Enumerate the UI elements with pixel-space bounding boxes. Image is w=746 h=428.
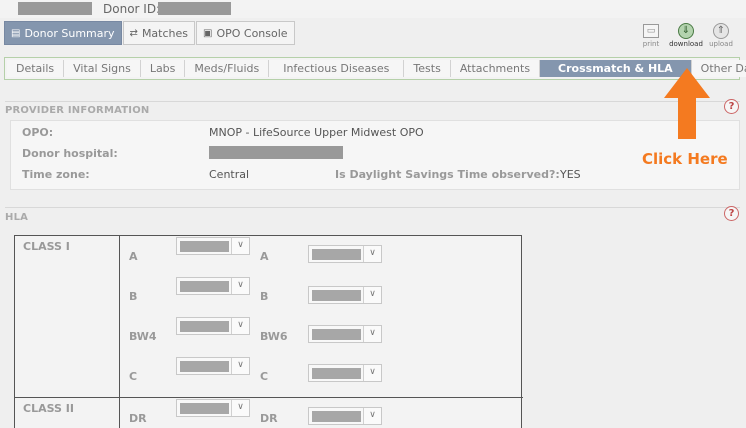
hla-c-select-1[interactable]: ∨ (176, 357, 250, 375)
locus-label: DR (129, 412, 147, 425)
click-here-annotation: Click Here (642, 150, 728, 168)
chevron-down-icon: ∨ (363, 365, 381, 381)
nav-donor-summary[interactable]: ▤ Donor Summary (4, 21, 122, 45)
print-button[interactable]: ▭ print (633, 23, 669, 48)
time-zone-label: Time zone: (22, 168, 90, 181)
hla-dr-select-1[interactable]: ∨ (176, 399, 250, 417)
top-bar: Donor ID: (0, 0, 746, 18)
hla-table: CLASS I CLASS II A ∨ A ∨ B ∨ B ∨ BW4 ∨ B… (14, 235, 523, 428)
printer-icon: ▭ (643, 24, 659, 38)
chevron-down-icon: ∨ (231, 358, 249, 374)
tab-vital-signs[interactable]: Vital Signs (64, 60, 141, 77)
opo-value: MNOP - LifeSource Upper Midwest OPO (209, 126, 424, 139)
hla-b-select-2[interactable]: ∨ (308, 286, 382, 304)
dst-label: Is Daylight Savings Time observed?: (335, 168, 560, 181)
dst-value: YES (560, 168, 581, 181)
tab-labs[interactable]: Labs (140, 60, 186, 77)
redacted-donor-id (158, 2, 231, 15)
hla-b-select-1[interactable]: ∨ (176, 277, 250, 295)
divider (119, 236, 120, 428)
upload-button[interactable]: ⇑ upload (703, 23, 739, 48)
chevron-down-icon: ∨ (231, 238, 249, 254)
nav-matches-label: Matches (141, 26, 188, 40)
chevron-down-icon: ∨ (231, 400, 249, 416)
sub-tabs: Details Vital Signs Labs Meds/Fluids Inf… (4, 57, 746, 80)
locus-label: C (129, 370, 138, 383)
tab-meds-fluids[interactable]: Meds/Fluids (185, 60, 270, 77)
hla-bw4-select[interactable]: ∨ (176, 317, 250, 335)
locus-label: A (129, 250, 138, 263)
divider (15, 397, 523, 398)
upload-label: upload (709, 40, 733, 48)
locus-label: C (260, 370, 269, 383)
redacted-donor-name (18, 2, 92, 15)
print-label: print (642, 40, 660, 48)
chevron-down-icon: ∨ (363, 246, 381, 262)
time-zone-value: Central (209, 168, 250, 181)
nav-donor-summary-label: Donor Summary (24, 26, 115, 40)
locus-label: B (260, 290, 269, 303)
console-icon: ▣ (203, 27, 213, 39)
hla-c-select-2[interactable]: ∨ (308, 364, 382, 382)
document-icon: ▤ (11, 27, 21, 39)
donor-hospital-label: Donor hospital: (22, 147, 118, 160)
chevron-down-icon: ∨ (231, 278, 249, 294)
locus-label: B (129, 290, 138, 303)
help-icon[interactable]: ? (724, 206, 739, 221)
download-icon: ⇓ (678, 23, 694, 39)
locus-label: A (260, 250, 269, 263)
chevron-down-icon: ∨ (363, 326, 381, 342)
tab-details[interactable]: Details (7, 60, 65, 77)
tab-infectious-diseases[interactable]: Infectious Diseases (269, 60, 405, 77)
upload-icon: ⇑ (713, 23, 729, 39)
hla-bw6-select[interactable]: ∨ (308, 325, 382, 343)
provider-section-title: PROVIDER INFORMATION (5, 105, 150, 116)
redacted-donor-hospital (209, 146, 343, 159)
help-icon[interactable]: ? (724, 99, 739, 114)
hla-dr-select-2[interactable]: ∨ (308, 407, 382, 425)
tab-attachments[interactable]: Attachments (450, 60, 541, 77)
hla-section-title: HLA (5, 212, 29, 223)
hla-a-select-2[interactable]: ∨ (308, 245, 382, 263)
class-ii-label: CLASS II (23, 402, 74, 415)
class-i-label: CLASS I (23, 240, 70, 253)
tab-tests[interactable]: Tests (404, 60, 451, 77)
divider (5, 101, 740, 102)
opo-label: OPO: (22, 126, 54, 139)
nav-opo-console[interactable]: ▣ OPO Console (196, 21, 295, 45)
locus-label: DR (260, 412, 278, 425)
divider (5, 207, 740, 208)
annotation-arrow-icon (664, 68, 710, 139)
locus-label: BW6 (260, 330, 288, 343)
main-nav: ▤ Donor Summary ⇄ Matches ▣ OPO Console (4, 21, 296, 45)
chevron-down-icon: ∨ (363, 408, 381, 424)
swap-arrows-icon: ⇄ (129, 27, 138, 39)
locus-label: BW4 (129, 330, 157, 343)
nav-matches[interactable]: ⇄ Matches (122, 21, 195, 45)
donor-id-label: Donor ID: (103, 2, 161, 16)
download-label: download (669, 40, 703, 48)
hla-a-select-1[interactable]: ∨ (176, 237, 250, 255)
chevron-down-icon: ∨ (231, 318, 249, 334)
chevron-down-icon: ∨ (363, 287, 381, 303)
nav-opo-console-label: OPO Console (216, 26, 288, 40)
download-button[interactable]: ⇓ download (668, 23, 704, 48)
provider-panel: OPO: MNOP - LifeSource Upper Midwest OPO… (10, 120, 740, 190)
